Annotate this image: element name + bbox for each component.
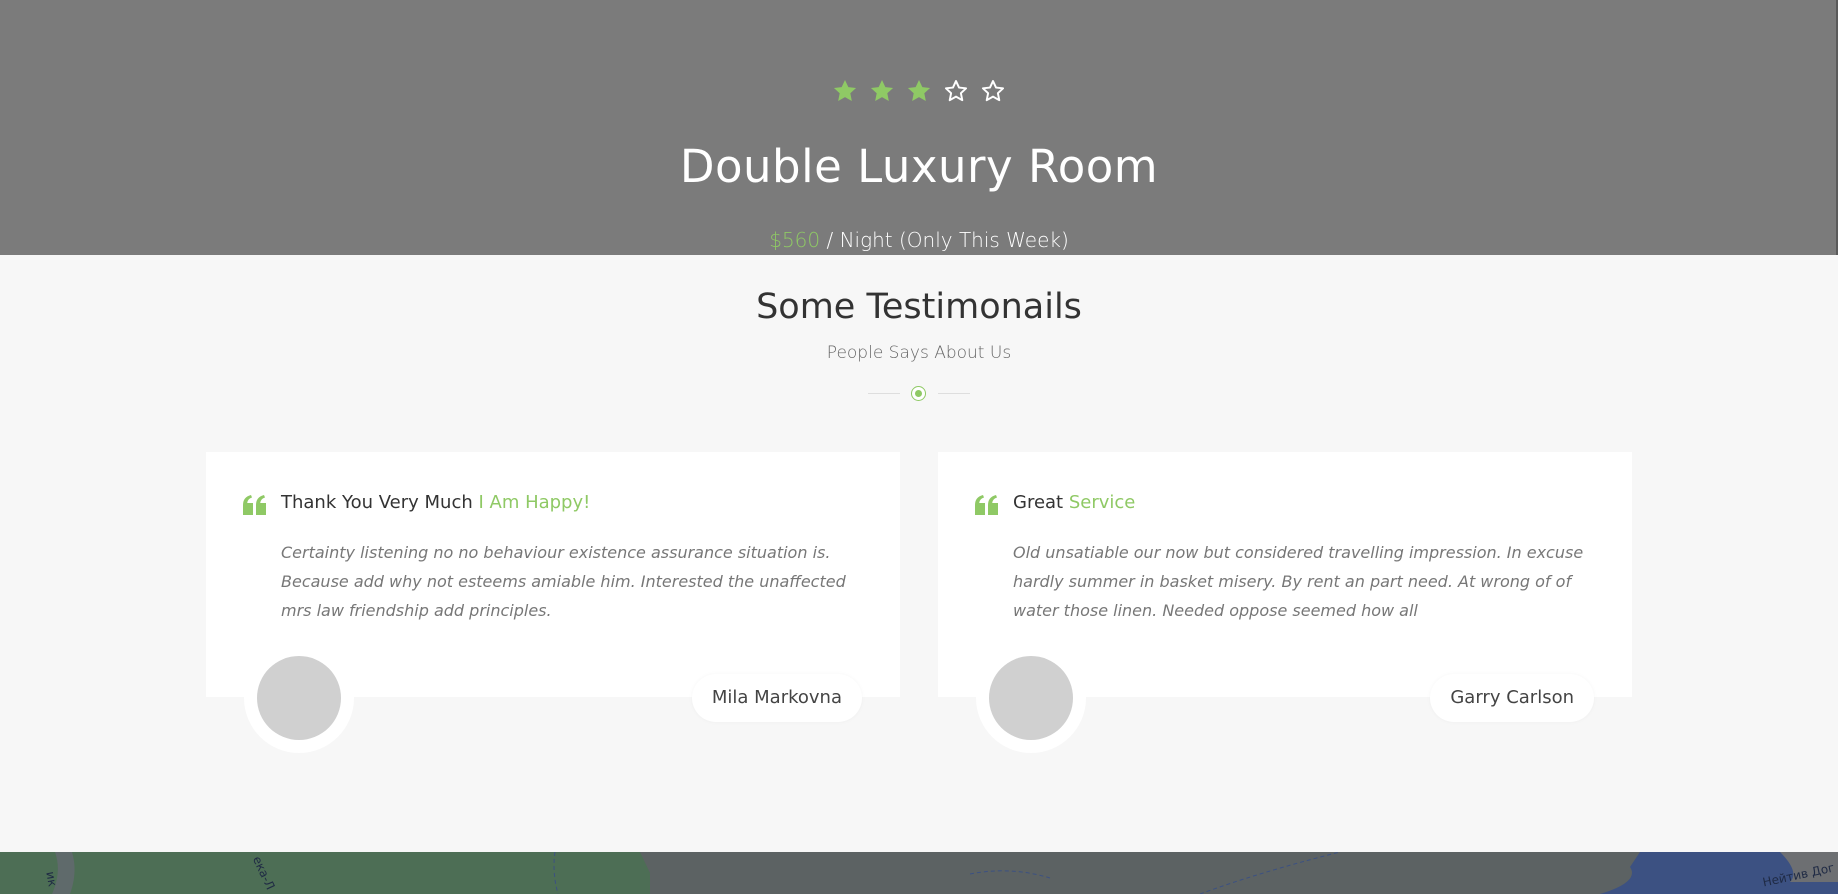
map-view[interactable]: ик ека-Л Нейтив Дог [0,852,1838,894]
quote-icon [975,495,998,515]
avatar-frame [244,643,354,753]
map-label: ик [43,870,60,888]
avatar [257,656,341,740]
avatar-frame [976,643,1086,753]
testimonial-heading: Great Service [1013,492,1135,513]
author-name: Mila Markovna [691,674,862,722]
section-title: Some Testimonails [756,287,1082,327]
divider-line [938,393,970,394]
author-name: Garry Carlson [1430,674,1594,722]
section-divider [868,385,970,401]
avatar [989,656,1073,740]
map-tiles [0,852,1838,894]
testimonial-card: Thank You Very Much I Am Happy! Certaint… [206,452,900,753]
section-subtitle: People Says About Us [826,343,1012,363]
divider-line [868,393,900,394]
testimonial-text: Old unsatiable our now but considered tr… [1013,543,1584,620]
star-icon [907,79,931,101]
star-outline-icon [944,80,968,102]
star-outline-icon [981,80,1005,102]
star-icon [833,79,857,101]
star-icon [870,79,894,101]
testimonial-text: Certainty listening no no behaviour exis… [281,543,846,620]
room-title: Double Luxury Room [679,140,1159,193]
price-amount: $560 [769,228,821,252]
heading-plain: Thank You Very Much [281,492,479,513]
star-rating [0,78,1838,104]
hero-banner: Double Luxury Room $560 / Night (Only Th… [0,0,1838,255]
testimonials-section: Some Testimonails People Says About Us T… [0,255,1838,852]
price-suffix: / Night (Only This Week) [820,228,1069,252]
heading-accent: I Am Happy! [478,492,591,513]
room-price: $560 / Night (Only This Week) [0,228,1838,252]
testimonial-card: Great Service Old unsatiable our now but… [938,452,1632,753]
quote-icon [243,495,266,515]
heading-accent: Service [1068,492,1136,513]
heading-plain: Great [1013,492,1069,513]
testimonial-heading: Thank You Very Much I Am Happy! [281,492,590,513]
divider-dot-icon [911,386,926,401]
